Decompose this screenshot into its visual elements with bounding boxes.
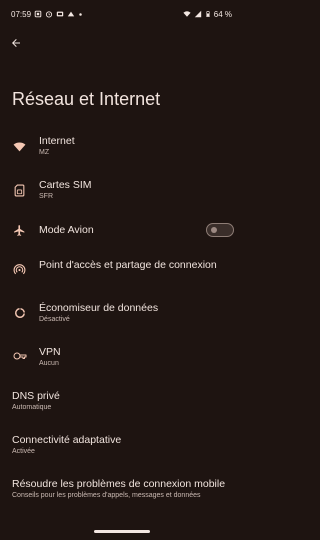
- battery-icon: [205, 11, 210, 17]
- alarm-icon: [45, 11, 53, 18]
- signal-icon: [194, 10, 201, 18]
- item-title: DNS privé: [12, 390, 60, 402]
- vpn-item[interactable]: VPN Aucun: [0, 345, 243, 369]
- sim-icon: [56, 11, 64, 17]
- item-title: Internet: [39, 135, 75, 147]
- item-subtitle: Automatique: [12, 404, 52, 411]
- item-title: Cartes SIM: [39, 179, 92, 191]
- adaptive-connectivity-item[interactable]: Connectivité adaptative Activée: [0, 433, 243, 457]
- status-left: 07:59: [11, 10, 83, 19]
- cloud-icon: [67, 11, 75, 17]
- battery-percent: 64 %: [213, 9, 232, 19]
- hotspot-icon: [13, 264, 26, 275]
- vpn-key-icon: [13, 352, 26, 360]
- data-saver-item[interactable]: Économiseur de données Désactivé: [0, 301, 243, 325]
- status-bar: 07:59 64 %: [0, 0, 243, 28]
- status-right: 64 %: [183, 10, 232, 19]
- item-title: VPN: [39, 346, 61, 358]
- item-subtitle: SFR: [39, 193, 53, 200]
- item-subtitle: MZ: [39, 149, 50, 156]
- item-subtitle: Désactivé: [39, 316, 70, 323]
- notification-icon: [34, 10, 42, 18]
- item-subtitle: Conseils pour les problèmes d'appels, me…: [12, 492, 201, 499]
- item-title: Connectivité adaptative: [12, 434, 122, 446]
- sim-card-icon: [14, 184, 25, 197]
- item-title: Résoudre les problèmes de connexion mobi…: [12, 478, 226, 490]
- troubleshoot-item[interactable]: Résoudre les problèmes de connexion mobi…: [0, 477, 243, 501]
- home-indicator[interactable]: [93, 530, 150, 533]
- private-dns-item[interactable]: DNS privé Automatique: [0, 389, 243, 413]
- back-arrow-icon: [12, 39, 20, 47]
- wifi-icon: [183, 11, 191, 17]
- airplane-icon: [14, 225, 25, 236]
- item-subtitle: Activée: [12, 448, 35, 455]
- dot-icon: [79, 12, 82, 16]
- page-title: Réseau et Internet: [12, 89, 161, 109]
- top-app-bar: [8, 33, 24, 53]
- toggle-knob: [211, 227, 217, 233]
- wifi-icon: [13, 142, 26, 152]
- back-button[interactable]: [8, 35, 24, 51]
- airplane-mode-toggle[interactable]: [206, 223, 234, 237]
- status-time: 07:59: [11, 9, 32, 19]
- hotspot-item[interactable]: Point d'accès et partage de connexion: [0, 258, 243, 276]
- data-saver-icon: [14, 308, 25, 319]
- item-title: Point d'accès et partage de connexion: [39, 259, 217, 271]
- sim-cards-item[interactable]: Cartes SIM SFR: [0, 178, 243, 202]
- internet-item[interactable]: Internet MZ: [0, 134, 243, 158]
- item-title: Économiseur de données: [39, 302, 159, 314]
- item-subtitle: Aucun: [39, 360, 59, 367]
- airplane-mode-item[interactable]: Mode Avion: [0, 223, 243, 237]
